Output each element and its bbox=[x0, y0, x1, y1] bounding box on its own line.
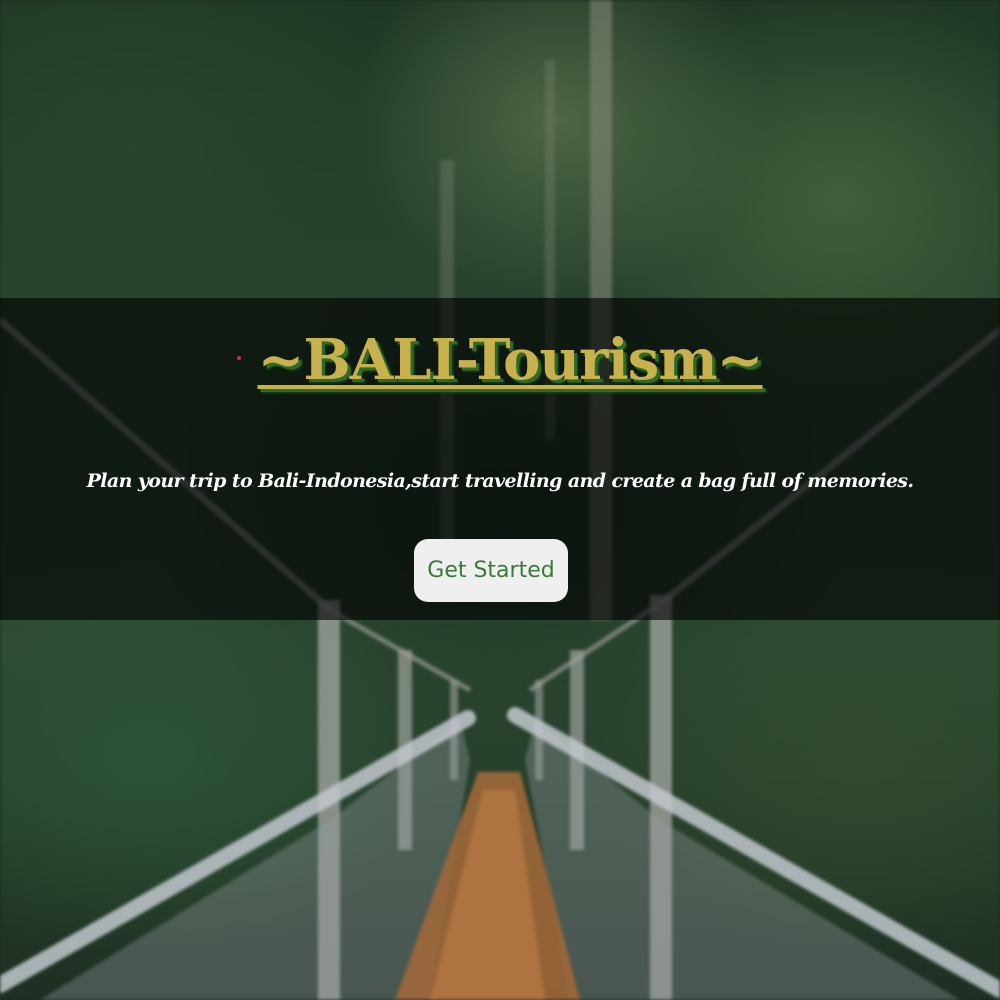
hero-title-row: ~BALI-Tourism~ bbox=[0, 322, 1000, 402]
bullet-icon bbox=[237, 356, 242, 360]
hero-tagline: Plan your trip to Bali-Indonesia,start t… bbox=[86, 470, 914, 492]
site-title: ~BALI-Tourism~ bbox=[257, 327, 763, 393]
get-started-button[interactable]: Get Started bbox=[414, 539, 568, 602]
